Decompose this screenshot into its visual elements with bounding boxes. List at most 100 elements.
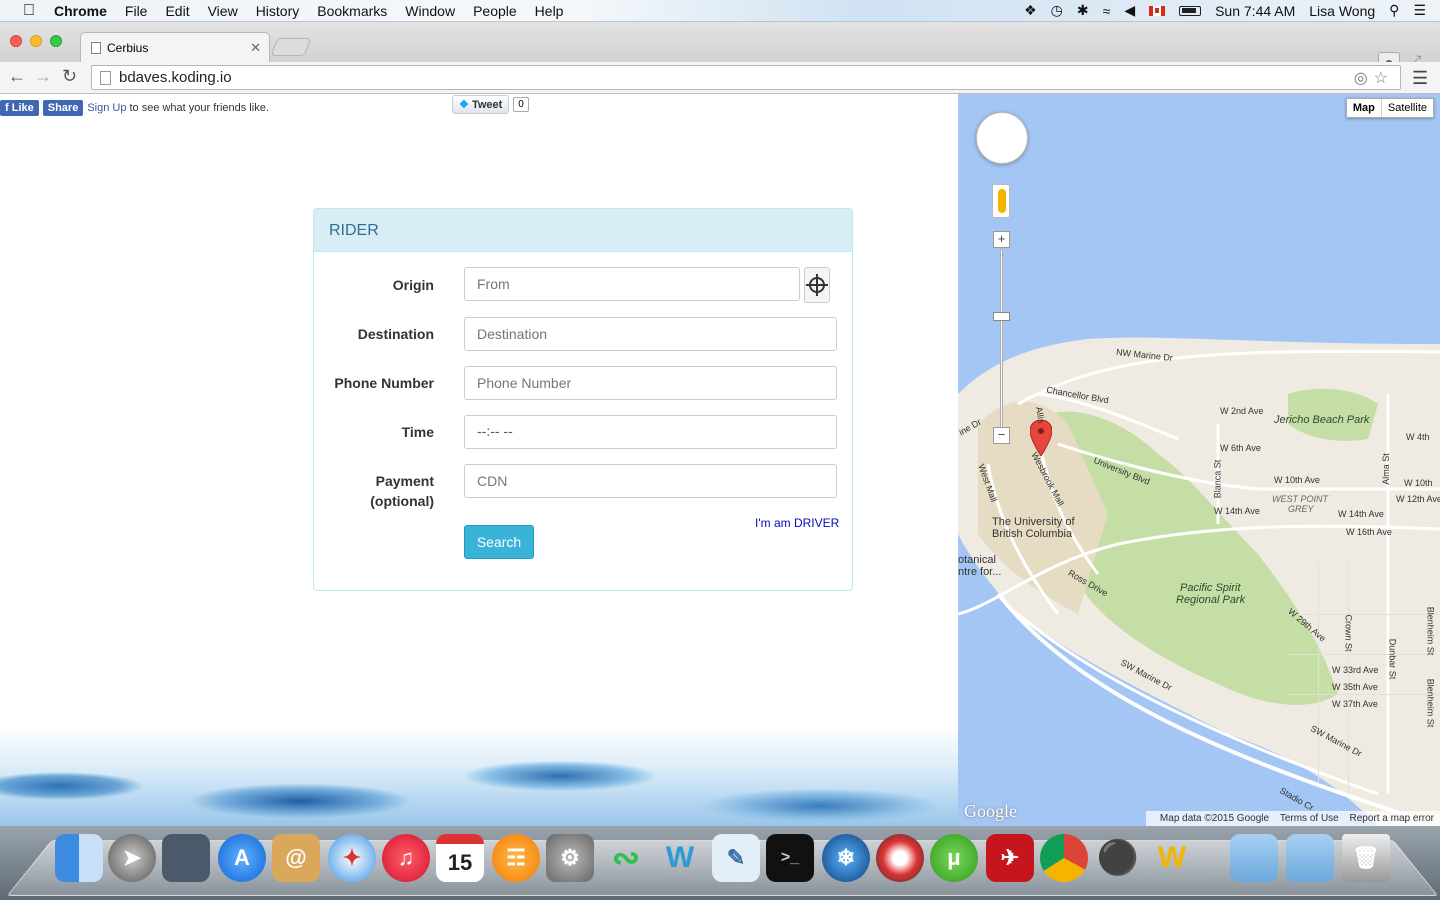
map-label: GREY xyxy=(1288,504,1314,514)
menu-view[interactable]: View xyxy=(208,3,238,19)
menu-app-chrome[interactable]: Chrome xyxy=(54,3,107,19)
webstorm-icon[interactable]: W xyxy=(1148,834,1196,882)
origin-input[interactable] xyxy=(464,267,800,301)
system-preferences-icon[interactable]: ⚙ xyxy=(546,834,594,882)
report-map-error-link[interactable]: Report a map error xyxy=(1350,813,1434,824)
clock[interactable]: Sun 7:44 AM xyxy=(1215,3,1295,19)
url-text[interactable]: bdaves.koding.io xyxy=(119,69,232,86)
itunes-icon[interactable]: ♫ xyxy=(382,834,430,882)
notification-center-icon[interactable]: ☰ xyxy=(1413,2,1426,19)
menu-bookmarks[interactable]: Bookmarks xyxy=(317,3,387,19)
location-icon[interactable]: ◎ xyxy=(1354,70,1374,87)
disk-utility-icon[interactable] xyxy=(876,834,924,882)
forward-icon[interactable]: → xyxy=(34,66,52,87)
facebook-signup-link[interactable]: Sign Up xyxy=(87,102,126,114)
zoom-out-button[interactable]: − xyxy=(993,427,1010,444)
tab-cerbius[interactable]: Cerbius ✕ xyxy=(80,32,270,62)
user-name[interactable]: Lisa Wong xyxy=(1309,3,1375,19)
rider-panel: RIDER Origin Destination Phone Number Ti… xyxy=(313,208,853,591)
wunderlist-icon[interactable]: W xyxy=(656,834,704,882)
app-store-icon[interactable]: A xyxy=(218,834,266,882)
bookmark-star-icon[interactable]: ☆ xyxy=(1374,70,1394,87)
search-button[interactable]: Search xyxy=(464,525,534,559)
map-marker-icon[interactable] xyxy=(1030,420,1052,456)
zoom-slider-thumb[interactable] xyxy=(993,312,1010,321)
facebook-like-button[interactable]: f Like xyxy=(0,100,39,116)
menu-help[interactable]: Help xyxy=(535,3,564,19)
map-label: Blenheim St xyxy=(1425,678,1436,728)
acrobat-icon[interactable]: ✈ xyxy=(986,834,1034,882)
chrome-icon[interactable] xyxy=(1040,834,1088,882)
google-map[interactable]: Map Satellite + − NW Marine Dr Chancello… xyxy=(958,94,1440,826)
spotlight-icon[interactable]: ⚲ xyxy=(1389,2,1399,19)
street-view-pegman-icon[interactable] xyxy=(992,184,1010,218)
back-icon[interactable]: ← xyxy=(8,66,26,87)
volume-icon[interactable]: ◀ xyxy=(1124,2,1135,19)
destination-input[interactable] xyxy=(464,317,837,351)
close-tab-icon[interactable]: ✕ xyxy=(250,40,261,56)
map-label: British Columbia xyxy=(992,528,1073,540)
map-footer: Map data ©2015 Google Terms of Use Repor… xyxy=(1145,811,1440,826)
driver-link[interactable]: I'm am DRIVER xyxy=(755,516,839,530)
destination-label: Destination xyxy=(357,326,434,342)
photo-booth-icon[interactable] xyxy=(162,834,210,882)
map-label: Regional Park xyxy=(1176,594,1246,606)
map-type-satellite-button[interactable]: Satellite xyxy=(1382,99,1433,117)
menu-history[interactable]: History xyxy=(256,3,300,19)
menu-window[interactable]: Window xyxy=(405,3,455,19)
minimize-window-button[interactable] xyxy=(30,35,42,47)
cyberduck-icon[interactable]: ⚫ xyxy=(1094,834,1142,882)
address-bar[interactable]: bdaves.koding.io ◎☆ xyxy=(91,65,1401,90)
dropbox-icon[interactable]: ❖ xyxy=(1024,2,1037,19)
current-location-button[interactable] xyxy=(804,267,830,303)
origin-label: Origin xyxy=(392,277,434,293)
zoom-in-button[interactable]: + xyxy=(993,231,1010,248)
phone-label: Phone Number xyxy=(334,375,434,391)
map-canvas xyxy=(958,337,1440,826)
terms-of-use-link[interactable]: Terms of Use xyxy=(1280,813,1339,824)
zoom-window-button[interactable] xyxy=(50,35,62,47)
utorrent-icon[interactable]: μ xyxy=(930,834,978,882)
reload-icon[interactable]: ↻ xyxy=(62,66,77,87)
trash-icon[interactable]: 🗑 xyxy=(1342,834,1390,882)
phone-input[interactable] xyxy=(464,366,837,400)
finder-icon[interactable] xyxy=(55,834,103,882)
map-label: Dunbar St xyxy=(1387,638,1398,680)
battery-icon[interactable] xyxy=(1179,5,1202,16)
facebook-share-button[interactable]: Share xyxy=(42,100,84,116)
downloads-folder-icon[interactable] xyxy=(1286,834,1334,882)
launchpad-icon[interactable]: ➤ xyxy=(108,834,156,882)
preview-icon[interactable]: ✎ xyxy=(712,834,760,882)
time-machine-icon[interactable]: ◷ xyxy=(1051,2,1063,19)
tweet-button[interactable]: ❖ Tweet xyxy=(452,95,510,114)
google-logo[interactable]: Google xyxy=(964,801,1017,822)
applications-folder-icon[interactable] xyxy=(1230,834,1278,882)
terminal-icon[interactable]: >_ xyxy=(766,834,814,882)
new-tab-button[interactable] xyxy=(270,38,312,56)
bluetooth-icon[interactable]: ✱ xyxy=(1077,2,1089,19)
ibooks-icon[interactable]: ☶ xyxy=(492,834,540,882)
apple-icon[interactable]:  xyxy=(18,2,40,20)
calendar-icon[interactable]: 15 xyxy=(436,834,484,882)
pan-control[interactable] xyxy=(976,112,1028,164)
menu-edit[interactable]: Edit xyxy=(165,3,189,19)
time-input[interactable]: --:-- -- xyxy=(464,415,837,449)
facebook-signup-text: to see what your friends like. xyxy=(129,102,269,114)
chrome-menu-icon[interactable]: ☰ xyxy=(1412,68,1428,89)
zoom-slider-track[interactable] xyxy=(1000,249,1003,434)
wifi-icon[interactable]: ≈ xyxy=(1103,3,1111,19)
map-label: W 12th Ave xyxy=(1396,494,1440,504)
sourcetree-icon[interactable]: ∾ xyxy=(602,834,650,882)
map-type-map-button[interactable]: Map xyxy=(1347,99,1382,117)
contacts-icon[interactable]: @ xyxy=(272,834,320,882)
map-label: W 35th Ave xyxy=(1332,682,1378,692)
safari-icon[interactable]: ✦ xyxy=(328,834,376,882)
sourcetree-tree-icon[interactable]: ❄ xyxy=(822,834,870,882)
close-window-button[interactable] xyxy=(10,35,22,47)
map-label: Blanca St xyxy=(1212,459,1223,499)
menu-people[interactable]: People xyxy=(473,3,517,19)
canada-flag-icon[interactable] xyxy=(1149,5,1166,16)
page-icon xyxy=(91,41,101,54)
menu-file[interactable]: File xyxy=(125,3,148,19)
payment-input[interactable] xyxy=(464,464,837,498)
